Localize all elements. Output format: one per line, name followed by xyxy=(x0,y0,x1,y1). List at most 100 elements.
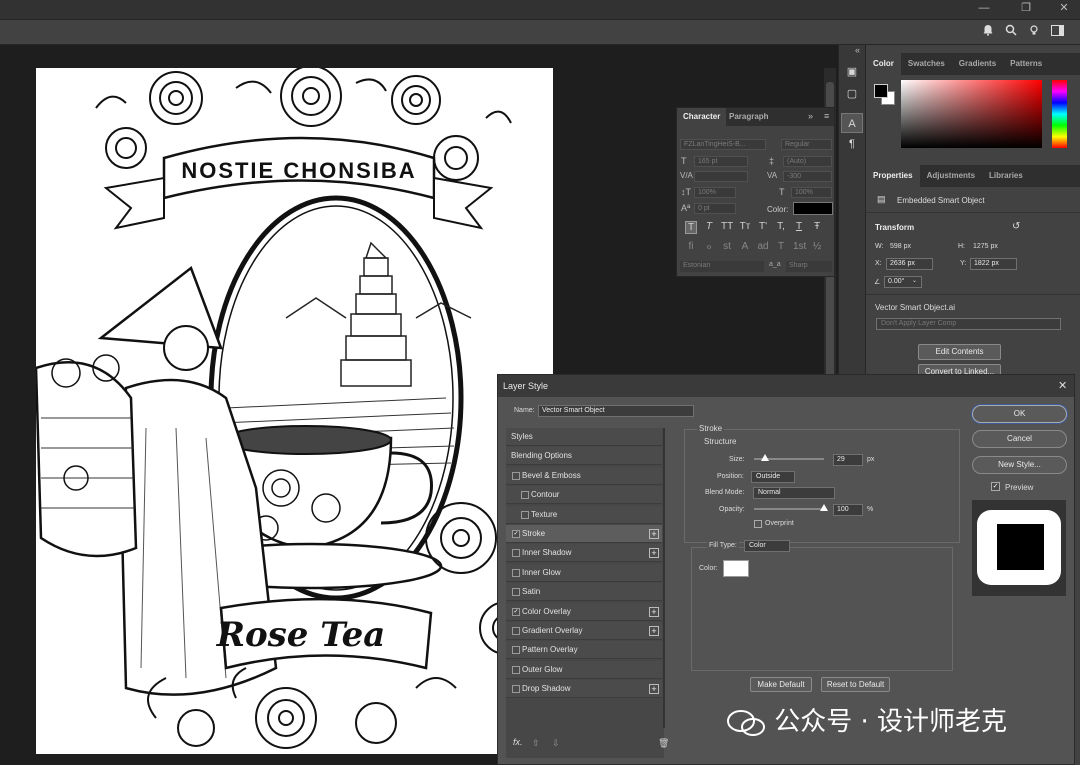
style-item-gradient-overlay[interactable]: Gradient Overlay + xyxy=(506,622,662,640)
style-checkbox-outer-glow[interactable] xyxy=(512,665,520,674)
style-item-styles[interactable]: Styles xyxy=(506,428,662,446)
style-item-color-overlay[interactable]: ✓ Color Overlay + xyxy=(506,602,662,621)
style-checkbox-color-overlay[interactable]: ✓ xyxy=(512,607,520,616)
tab-adjustments[interactable]: Adjustments xyxy=(920,165,982,187)
style-item-outer-glow[interactable]: Outer Glow xyxy=(506,660,662,679)
style-checkbox-satin[interactable] xyxy=(512,588,520,597)
size-input[interactable]: 29 xyxy=(833,454,863,466)
style-item-inner-glow[interactable]: Inner Glow xyxy=(506,563,662,582)
y-position-input[interactable]: 1822 px xyxy=(970,258,1017,270)
blend-mode-select[interactable]: Normal xyxy=(753,487,835,499)
tab-color[interactable]: Color xyxy=(866,53,901,75)
search-icon[interactable] xyxy=(1003,24,1019,40)
style-checkbox-inner-shadow[interactable] xyxy=(512,549,520,558)
kerning-input[interactable] xyxy=(694,171,748,182)
add-effect-icon[interactable]: + xyxy=(649,684,659,695)
superscript-icon[interactable]: T' xyxy=(757,221,769,232)
hue-slider[interactable] xyxy=(1052,80,1067,148)
size-slider-thumb[interactable] xyxy=(761,454,769,461)
swash-icon[interactable]: A xyxy=(739,241,751,252)
style-item-contour[interactable]: Contour xyxy=(506,486,662,505)
tracking-input[interactable]: -300 xyxy=(783,171,832,182)
tab-libraries[interactable]: Libraries xyxy=(982,165,1030,187)
minimize-button[interactable]: — xyxy=(976,0,992,16)
x-position-input[interactable]: 2636 px xyxy=(886,258,933,270)
style-item-drop-shadow[interactable]: Drop Shadow + xyxy=(506,680,662,699)
baseline-shift-input[interactable]: 0 pt xyxy=(694,203,736,214)
opacity-input[interactable]: 100 xyxy=(833,504,863,516)
leading-input[interactable]: (Auto) xyxy=(783,156,832,167)
position-select[interactable]: Outside xyxy=(751,471,795,483)
titling-alternates-icon[interactable]: T xyxy=(775,241,787,252)
move-up-icon[interactable]: ⇧ xyxy=(532,738,540,749)
close-dialog-icon[interactable]: ✕ xyxy=(1058,379,1067,392)
tab-gradients[interactable]: Gradients xyxy=(952,53,1003,75)
history-icon[interactable]: ▣ xyxy=(841,62,863,82)
style-checkbox-inner-glow[interactable] xyxy=(512,568,520,577)
layer-comp-select[interactable]: Don't Apply Layer Comp xyxy=(876,318,1061,330)
close-window-button[interactable]: ✕ xyxy=(1056,0,1072,16)
new-style-button[interactable]: New Style... xyxy=(972,456,1067,474)
character-panel-icon[interactable]: A xyxy=(841,113,863,133)
layer-name-input[interactable]: Vector Smart Object xyxy=(538,405,694,417)
color-field[interactable] xyxy=(901,80,1042,148)
chevron-down-icon[interactable]: ⌄ xyxy=(912,277,917,284)
antialias-select[interactable]: Sharp xyxy=(786,261,832,272)
restore-button[interactable]: ❐ xyxy=(1018,0,1034,16)
overprint-checkbox[interactable] xyxy=(754,520,762,528)
height-value[interactable]: 1275 px xyxy=(973,243,998,250)
trash-icon[interactable]: 🗑 xyxy=(658,738,669,749)
ligatures-icon[interactable]: fi xyxy=(685,241,697,252)
strikethrough-icon[interactable]: Ŧ xyxy=(811,221,823,232)
reset-transform-icon[interactable]: ↺ xyxy=(1012,221,1020,232)
preview-checkbox[interactable]: ✓ xyxy=(991,482,1000,491)
make-default-button[interactable]: Make Default xyxy=(750,677,812,692)
tab-patterns[interactable]: Patterns xyxy=(1003,53,1049,75)
styles-scrollbar[interactable] xyxy=(663,428,665,728)
paragraph-panel-icon[interactable]: ¶ xyxy=(841,134,863,154)
tab-swatches[interactable]: Swatches xyxy=(901,53,952,75)
style-item-pattern-overlay[interactable]: Pattern Overlay xyxy=(506,641,662,660)
subscript-icon[interactable]: T, xyxy=(775,221,787,232)
lightbulb-icon[interactable] xyxy=(1026,24,1042,40)
ok-button[interactable]: OK xyxy=(972,405,1067,423)
cancel-button[interactable]: Cancel xyxy=(972,430,1067,448)
tab-paragraph[interactable]: Paragraph xyxy=(729,108,769,126)
opacity-slider-thumb[interactable] xyxy=(820,504,828,511)
notification-bell-icon[interactable] xyxy=(980,24,996,40)
reset-to-default-button[interactable]: Reset to Default xyxy=(821,677,890,692)
all-caps-icon[interactable]: TT xyxy=(721,221,733,232)
panel-menu-icon[interactable]: ≡ xyxy=(824,111,829,121)
opacity-slider[interactable] xyxy=(754,508,824,510)
collapse-icon[interactable]: « xyxy=(855,45,860,55)
style-checkbox-contour[interactable] xyxy=(521,491,529,500)
add-effect-icon[interactable]: + xyxy=(649,529,659,539)
ordinals-icon[interactable]: 1st xyxy=(793,241,806,252)
add-effect-icon[interactable]: + xyxy=(649,626,659,636)
stroke-color-swatch[interactable] xyxy=(723,560,749,577)
edit-contents-button[interactable]: Edit Contents xyxy=(918,344,1001,360)
text-color-swatch[interactable] xyxy=(793,202,833,215)
font-family-select[interactable]: FZLanTingHeiS-B... xyxy=(680,139,766,150)
style-checkbox-bevel-emboss[interactable] xyxy=(512,471,520,480)
alternates-icon[interactable]: ℴ xyxy=(703,241,715,252)
style-checkbox-stroke[interactable]: ✓ xyxy=(512,530,520,538)
add-effect-icon[interactable]: + xyxy=(649,606,659,617)
style-item-blending-options[interactable]: Blending Options xyxy=(506,447,662,466)
font-size-input[interactable]: 165 pt xyxy=(694,156,748,167)
style-item-satin[interactable]: Satin xyxy=(506,583,662,602)
style-checkbox-pattern-overlay[interactable] xyxy=(512,646,520,655)
style-item-bevel-emboss[interactable]: Bevel & Emboss xyxy=(506,466,662,485)
tab-properties[interactable]: Properties xyxy=(866,165,920,187)
workspace-layout-icon[interactable] xyxy=(1049,24,1065,40)
language-select[interactable]: Estonian xyxy=(680,261,764,272)
horizontal-scale-input[interactable]: 100% xyxy=(791,187,832,198)
small-caps-icon[interactable]: Tт xyxy=(739,221,751,232)
style-checkbox-drop-shadow[interactable] xyxy=(512,685,520,694)
style-item-inner-shadow[interactable]: Inner Shadow + xyxy=(506,544,662,563)
faux-italic-icon[interactable]: T xyxy=(703,221,715,232)
stylistic-alternates-icon[interactable]: ad xyxy=(757,241,769,252)
width-value[interactable]: 598 px xyxy=(890,243,911,250)
fill-type-select[interactable]: Color xyxy=(744,540,790,552)
fractions-icon[interactable]: ½ xyxy=(811,241,823,252)
